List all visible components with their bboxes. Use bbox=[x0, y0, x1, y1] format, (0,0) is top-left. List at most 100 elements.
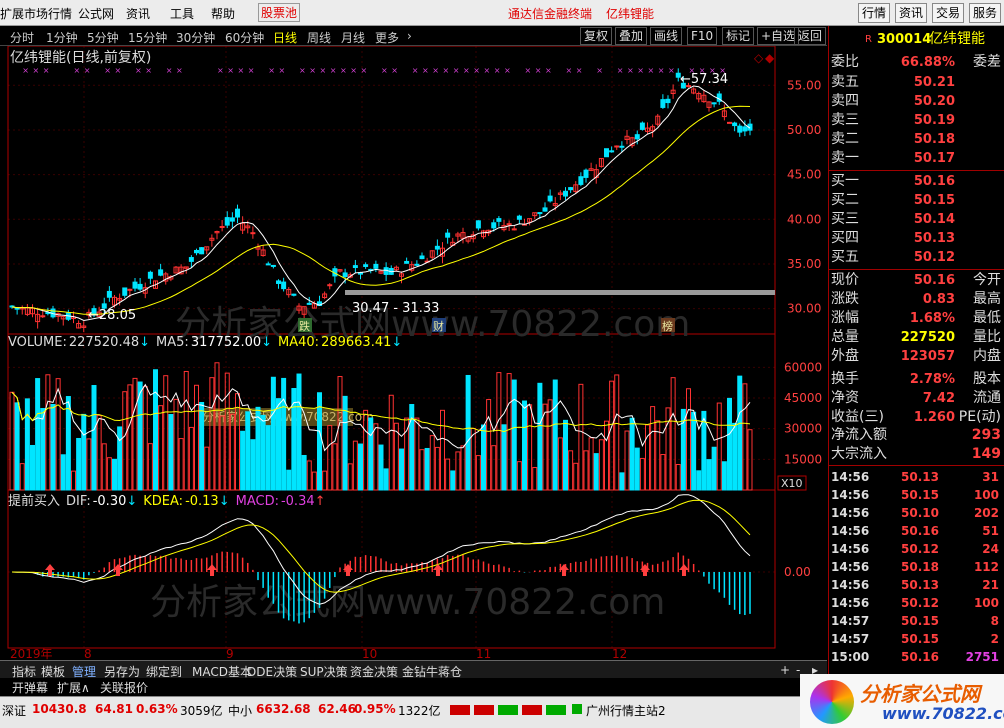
quote-header: R 300014 亿纬锂能 bbox=[829, 30, 1004, 52]
volume-bar bbox=[522, 400, 527, 491]
signal-marker: × bbox=[504, 66, 511, 75]
candle-body bbox=[194, 249, 199, 254]
menu-item-news[interactable]: 资讯 bbox=[126, 5, 150, 22]
zx-amount: 1322亿 bbox=[398, 704, 441, 718]
stock-pool-button[interactable]: 股票池 bbox=[258, 3, 301, 22]
volume-bar bbox=[352, 440, 358, 491]
candle-body bbox=[276, 280, 281, 284]
danmaku-button[interactable]: 开弹幕 bbox=[12, 679, 48, 696]
period-minute-chart[interactable]: 分时 bbox=[10, 29, 34, 46]
candle-body bbox=[547, 195, 553, 202]
expand-button[interactable]: 扩展∧ bbox=[57, 679, 90, 696]
volume-bar bbox=[368, 417, 374, 491]
svg-text:跌[interactable]: 跌 bbox=[299, 319, 310, 333]
volume-bar bbox=[675, 463, 681, 491]
adjust-button[interactable]: 复权 bbox=[580, 27, 613, 45]
buy-row: 买五 50.12 bbox=[831, 249, 955, 265]
volume-bar bbox=[332, 443, 338, 491]
period-15min[interactable]: 15分钟 bbox=[128, 29, 167, 46]
volume-bar bbox=[716, 402, 722, 491]
chevron-right-icon[interactable]: › bbox=[407, 29, 412, 43]
menu-item-help[interactable]: 帮助 bbox=[211, 5, 235, 22]
high-label: ←57.34 bbox=[680, 72, 728, 87]
svg-text:榜[interactable]: 榜 bbox=[662, 319, 673, 333]
volume-bar bbox=[491, 445, 497, 491]
menu-bar: 扩展市场行情 公式网 资讯 工具 帮助 股票池 通达信金融终端 亿纬锂能 行情 … bbox=[0, 0, 1004, 26]
volume-bar bbox=[209, 377, 215, 491]
volume-bar bbox=[650, 406, 656, 491]
signal-marker: × bbox=[330, 66, 337, 75]
buy-row: 买二 50.15 bbox=[831, 192, 955, 208]
volume-bar bbox=[552, 379, 558, 491]
signal-marker: × bbox=[443, 66, 450, 75]
buy-row: 买一 50.16 bbox=[831, 173, 955, 189]
kline-chart[interactable]: 分析家公式网www.70822.com 分析家公式网www.70822.com … bbox=[0, 46, 827, 660]
volume-bar bbox=[71, 470, 76, 491]
signal-marker: × bbox=[535, 66, 542, 75]
svg-text:8: 8 bbox=[84, 647, 92, 660]
price-axis: 55.00 50.00 45.00 40.00 35.00 30.00 bbox=[787, 78, 821, 315]
menu-item-market[interactable]: 扩展市场行情 bbox=[0, 5, 72, 22]
diamond-icon[interactable]: ◇ bbox=[754, 51, 764, 65]
signal-marker: × bbox=[227, 66, 234, 75]
period-1min[interactable]: 1分钟 bbox=[46, 29, 78, 46]
sz-amount: 3059亿 bbox=[180, 704, 223, 718]
volume-bar bbox=[721, 461, 727, 491]
mark-button[interactable]: 标记 bbox=[722, 27, 755, 45]
period-5min[interactable]: 5分钟 bbox=[87, 29, 119, 46]
period-monthly[interactable]: 月线 bbox=[341, 29, 365, 46]
buy-row: 买三 50.14 bbox=[831, 211, 955, 227]
volume-bar bbox=[158, 405, 164, 491]
period-more[interactable]: 更多 bbox=[375, 29, 399, 46]
low-label: ←28.05 bbox=[88, 308, 136, 323]
info-button[interactable]: 资讯 bbox=[895, 3, 928, 23]
signal-marker: × bbox=[668, 66, 675, 75]
signal-marker: × bbox=[22, 66, 29, 75]
period-60min[interactable]: 60分钟 bbox=[225, 29, 264, 46]
candle-body bbox=[496, 218, 502, 222]
zoom-in-icon[interactable]: + bbox=[780, 663, 790, 677]
volume-bar bbox=[578, 383, 584, 491]
signal-marker: × bbox=[381, 66, 388, 75]
volume-bar bbox=[419, 449, 425, 491]
volume-bar bbox=[686, 388, 691, 491]
volume-bar bbox=[711, 446, 717, 491]
volume-bar bbox=[142, 386, 148, 491]
sell-row: 卖四 50.20 bbox=[831, 93, 955, 109]
overlay-button[interactable]: 叠加 bbox=[615, 27, 648, 45]
candle-body bbox=[660, 99, 666, 108]
volume-bar bbox=[527, 404, 533, 491]
quote-button[interactable]: 行情 bbox=[858, 3, 891, 23]
back-button[interactable]: 返回 bbox=[794, 27, 827, 45]
price-tick: 45.00 bbox=[787, 168, 821, 182]
candle-body bbox=[219, 226, 225, 229]
related-quote-button[interactable]: 关联报价 bbox=[100, 679, 148, 696]
signal-marker: × bbox=[166, 66, 173, 75]
menu-item-tools[interactable]: 工具 bbox=[170, 5, 194, 22]
stat-row: 总量 227520 量比 bbox=[831, 329, 1001, 345]
stat-row: 换手 2.78% 股本 bbox=[831, 371, 1001, 387]
menu-item-formula[interactable]: 公式网 bbox=[78, 5, 114, 22]
draw-button[interactable]: 画线 bbox=[650, 27, 683, 45]
volume-bar bbox=[40, 408, 46, 491]
period-weekly[interactable]: 周线 bbox=[307, 29, 331, 46]
candle-body bbox=[511, 228, 517, 231]
server-name[interactable]: 广州行情主站2 bbox=[586, 702, 666, 719]
service-button[interactable]: 服务 bbox=[969, 3, 1002, 23]
volume-bar bbox=[291, 388, 297, 491]
volume-bar bbox=[742, 383, 748, 491]
add-watchlist-button[interactable]: +自选 bbox=[757, 27, 800, 45]
candle-body bbox=[634, 134, 640, 140]
watermark-macd: 分析家公式网www.70822.com bbox=[150, 582, 665, 623]
candle-body bbox=[188, 257, 194, 262]
volume-bar bbox=[91, 385, 97, 491]
diamond-filled-icon[interactable]: ◆ bbox=[765, 51, 775, 65]
f10-button[interactable]: F10 bbox=[687, 27, 718, 45]
svg-text:财[interactable]: 财 bbox=[433, 319, 444, 333]
volume-bar bbox=[183, 370, 189, 491]
volume-bar bbox=[173, 398, 179, 491]
tick-row: 14:57 50.15 8 bbox=[831, 614, 999, 628]
period-daily[interactable]: 日线 bbox=[273, 29, 297, 46]
period-30min[interactable]: 30分钟 bbox=[176, 29, 215, 46]
trade-button[interactable]: 交易 bbox=[932, 3, 965, 23]
